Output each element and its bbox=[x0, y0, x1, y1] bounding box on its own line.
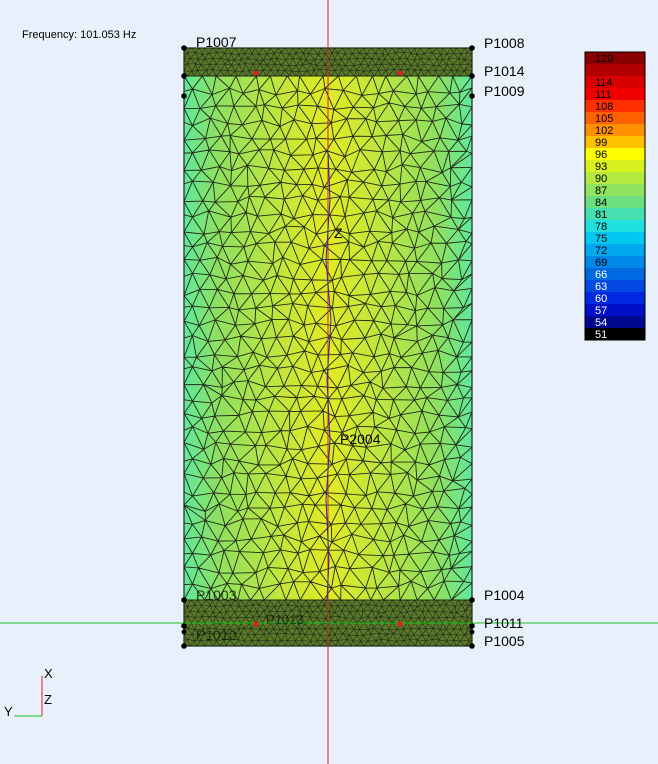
legend-swatch bbox=[585, 244, 645, 256]
point-label-p1013: P1013 bbox=[266, 612, 304, 627]
legend-swatch bbox=[585, 64, 645, 76]
legend-swatch bbox=[585, 304, 645, 316]
legend-label: 87 bbox=[595, 185, 607, 197]
legend-label: 63 bbox=[595, 281, 607, 293]
legend-swatch bbox=[585, 292, 645, 304]
legend-swatch bbox=[585, 256, 645, 268]
legend-label: 78 bbox=[595, 221, 607, 233]
legend-swatch bbox=[585, 136, 645, 148]
point-label-p1010: P1010 bbox=[196, 627, 237, 643]
legend-label: 90 bbox=[595, 173, 607, 185]
legend-label: 93 bbox=[595, 161, 607, 173]
fem-scene[interactable]: Frequency: 101.053 Hz P1007 P1008 P1014 … bbox=[0, 0, 658, 764]
legend-label: 75 bbox=[595, 233, 607, 245]
point-label-p1011: P1011 bbox=[484, 615, 524, 631]
triad-z-label: Z bbox=[44, 692, 52, 707]
legend-label: 72 bbox=[595, 245, 607, 257]
point-label-p1003: P1003 bbox=[196, 587, 237, 603]
frequency-label: Frequency: 101.053 Hz bbox=[22, 29, 136, 41]
legend-swatch bbox=[585, 124, 645, 136]
axis-triad: X Z Y bbox=[4, 666, 53, 719]
legend-label: 99 bbox=[595, 137, 607, 149]
point-label-p1009: P1009 bbox=[484, 83, 525, 99]
legend-swatch bbox=[585, 76, 645, 88]
legend-label: 84 bbox=[595, 197, 607, 209]
point-label-p1008: P1008 bbox=[484, 35, 525, 51]
legend-swatch bbox=[585, 328, 645, 340]
legend-swatch bbox=[585, 184, 645, 196]
legend-swatch bbox=[585, 220, 645, 232]
legend-label: 51 bbox=[595, 329, 607, 341]
legend-swatch bbox=[585, 208, 645, 220]
legend-swatch bbox=[585, 280, 645, 292]
legend-swatch bbox=[585, 232, 645, 244]
point-label-p2004: P2004 bbox=[340, 431, 381, 447]
legend-swatch bbox=[585, 172, 645, 184]
point-label-p1014: P1014 bbox=[484, 63, 525, 79]
legend-swatch bbox=[585, 196, 645, 208]
point-label-p1005: P1005 bbox=[484, 633, 525, 649]
point-label-p1004: P1004 bbox=[484, 587, 525, 603]
legend-label: 120 bbox=[595, 53, 613, 65]
legend-label: 108 bbox=[595, 101, 613, 113]
point-label-p1007: P1007 bbox=[196, 34, 237, 50]
legend-label: 96 bbox=[595, 149, 607, 161]
triad-y-label: Y bbox=[4, 704, 13, 719]
simulation-viewport[interactable]: Frequency: 101.053 Hz P1007 P1008 P1014 … bbox=[0, 0, 658, 764]
legend-label: 105 bbox=[595, 113, 613, 125]
legend-label: 57 bbox=[595, 305, 607, 317]
legend-swatch bbox=[585, 100, 645, 112]
legend-swatch bbox=[585, 88, 645, 100]
legend-label: 54 bbox=[595, 317, 607, 329]
legend-label: 81 bbox=[595, 209, 607, 221]
legend-label: 60 bbox=[595, 293, 607, 305]
legend-swatch bbox=[585, 148, 645, 160]
legend-swatch bbox=[585, 112, 645, 124]
legend-label: 69 bbox=[595, 257, 607, 269]
triad-x-label: X bbox=[44, 666, 53, 681]
legend-swatch bbox=[585, 268, 645, 280]
color-legend: 120 1141111081051029996939087848178757269… bbox=[584, 51, 646, 341]
legend-swatch bbox=[585, 52, 645, 64]
legend-label: 66 bbox=[595, 269, 607, 281]
legend-swatch bbox=[585, 316, 645, 328]
legend-label: 111 bbox=[595, 89, 612, 101]
center-axis-label: Z bbox=[334, 225, 343, 241]
legend-label: 102 bbox=[595, 125, 613, 137]
legend-swatch bbox=[585, 160, 645, 172]
legend-label: 114 bbox=[595, 77, 613, 89]
